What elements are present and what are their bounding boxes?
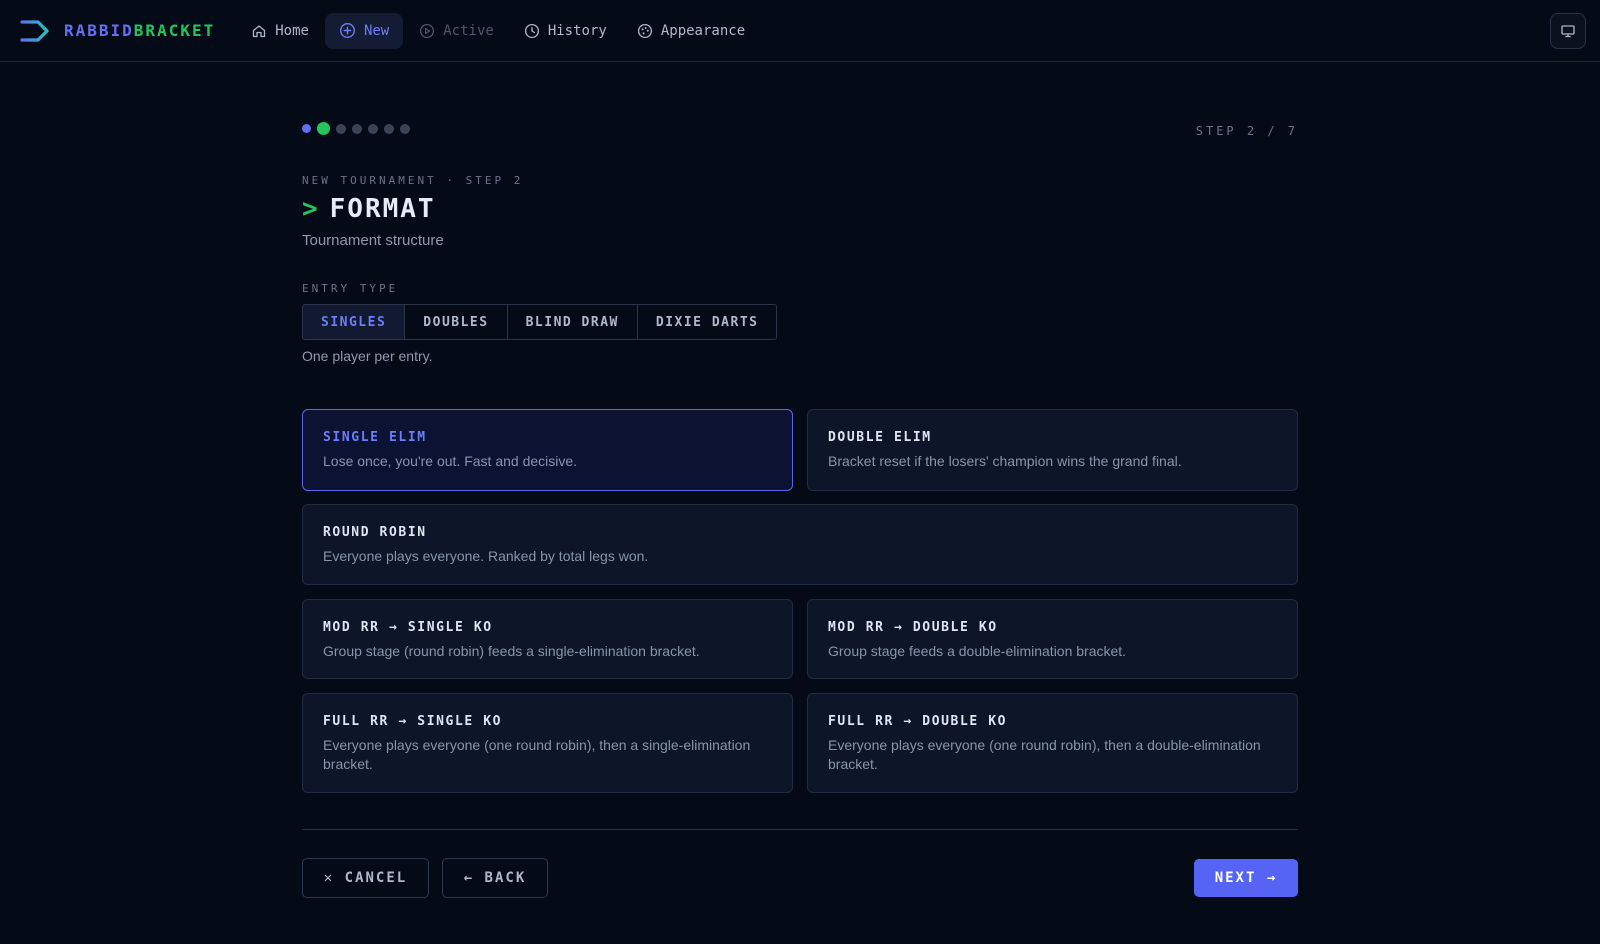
brand-name-part2: BRACKET — [133, 21, 216, 40]
format-card-single-elim[interactable]: SINGLE ELIM Lose once, you're out. Fast … — [302, 409, 793, 491]
format-card-title: MOD RR → DOUBLE KO — [828, 620, 998, 635]
entry-type-hint: One player per entry. — [302, 348, 433, 364]
format-card-title: FULL RR → DOUBLE KO — [828, 714, 1008, 729]
format-card-round-robin[interactable]: ROUND ROBIN Everyone plays everyone. Ran… — [302, 504, 1298, 585]
step-dot-6 — [384, 123, 394, 134]
format-card-title: MOD RR → SINGLE KO — [323, 620, 493, 635]
entry-type-doubles[interactable]: DOUBLES — [405, 305, 508, 339]
format-card-description: Everyone plays everyone (one round robin… — [828, 737, 1261, 772]
monitor-icon — [1561, 25, 1575, 38]
entry-type-selector: SINGLES DOUBLES BLIND DRAW DIXIE DARTS — [302, 304, 778, 340]
cancel-button[interactable]: ✕ CANCEL — [302, 858, 429, 898]
step-dot-4 — [352, 123, 362, 134]
nav-item-history[interactable]: History — [510, 13, 621, 49]
entry-type-dixie-darts[interactable]: DIXIE DARTS — [637, 305, 777, 339]
home-icon — [253, 24, 266, 37]
format-card-description: Everyone plays everyone. Ranked by total… — [323, 548, 649, 564]
page-title-text: FORMAT — [329, 194, 436, 224]
palette-icon — [637, 23, 652, 38]
step-dot-1 — [302, 124, 311, 133]
format-card-mod-rr-double-ko[interactable]: MOD RR → DOUBLE KO Group stage feeds a d… — [807, 599, 1298, 679]
format-card-title: DOUBLE ELIM — [828, 430, 932, 445]
step-counter: STEP 2 / 7 — [1195, 124, 1298, 138]
page-title: > FORMAT — [302, 194, 436, 224]
step-dot-3 — [336, 123, 346, 134]
format-card-description: Everyone plays everyone (one round robin… — [323, 737, 751, 772]
nav-item-label: New — [363, 22, 390, 39]
step-progress-dots — [302, 122, 410, 135]
format-card-mod-rr-single-ko[interactable]: MOD RR → SINGLE KO Group stage (round ro… — [302, 599, 793, 679]
nav-item-label: Appearance — [660, 22, 746, 39]
format-card-title: FULL RR → SINGLE KO — [323, 714, 503, 729]
nav-item-label: Home — [275, 22, 309, 39]
display-mode-button[interactable] — [1550, 13, 1586, 49]
entry-type-singles[interactable]: SINGLES — [303, 305, 406, 339]
format-card-title: ROUND ROBIN — [323, 525, 427, 540]
step-dot-5 — [368, 123, 378, 134]
format-card-title: SINGLE ELIM — [323, 430, 427, 445]
top-navigation-bar: RABBIDBRACKET Home New Active History Ap… — [0, 0, 1600, 62]
entry-type-label: ENTRY TYPE — [302, 282, 399, 295]
nav-item-home[interactable]: Home — [237, 13, 323, 49]
nav-item-new[interactable]: New — [324, 12, 404, 49]
plus-circle-icon — [339, 23, 355, 38]
nav-item-active[interactable]: Active — [405, 13, 508, 49]
entry-type-blind-draw[interactable]: BLIND DRAW — [507, 305, 638, 339]
play-circle-icon — [420, 23, 435, 38]
clock-icon — [524, 23, 539, 38]
nav-item-label: Active — [443, 22, 494, 39]
format-card-full-rr-single-ko[interactable]: FULL RR → SINGLE KO Everyone plays every… — [302, 693, 793, 793]
logo-mark-icon — [20, 19, 49, 42]
format-card-double-elim[interactable]: DOUBLE ELIM Bracket reset if the losers'… — [807, 409, 1298, 491]
next-button[interactable]: NEXT → — [1194, 859, 1298, 897]
brand-name-part1: RABBID — [64, 21, 134, 40]
brand-name: RABBIDBRACKET — [64, 21, 215, 40]
footer-divider — [302, 829, 1298, 830]
format-card-description: Bracket reset if the losers' champion wi… — [828, 453, 1182, 469]
logo[interactable]: RABBIDBRACKET — [20, 0, 215, 62]
nav-item-appearance[interactable]: Appearance — [623, 13, 759, 49]
format-card-description: Lose once, you're out. Fast and decisive… — [323, 453, 578, 469]
nav-item-label: History — [547, 22, 607, 39]
format-card-full-rr-double-ko[interactable]: FULL RR → DOUBLE KO Everyone plays every… — [807, 693, 1298, 793]
step-dot-7 — [400, 123, 410, 134]
main-nav: Home New Active History Appearance — [237, 12, 759, 49]
page-subtitle: Tournament structure — [302, 232, 444, 249]
prompt-symbol: > — [302, 194, 320, 224]
step-dot-2 — [317, 122, 330, 135]
format-card-description: Group stage feeds a double-elimination b… — [828, 643, 1127, 659]
step-eyebrow: NEW TOURNAMENT · STEP 2 — [302, 174, 524, 187]
back-button[interactable]: ← BACK — [442, 858, 548, 898]
format-card-description: Group stage (round robin) feeds a single… — [323, 643, 700, 659]
